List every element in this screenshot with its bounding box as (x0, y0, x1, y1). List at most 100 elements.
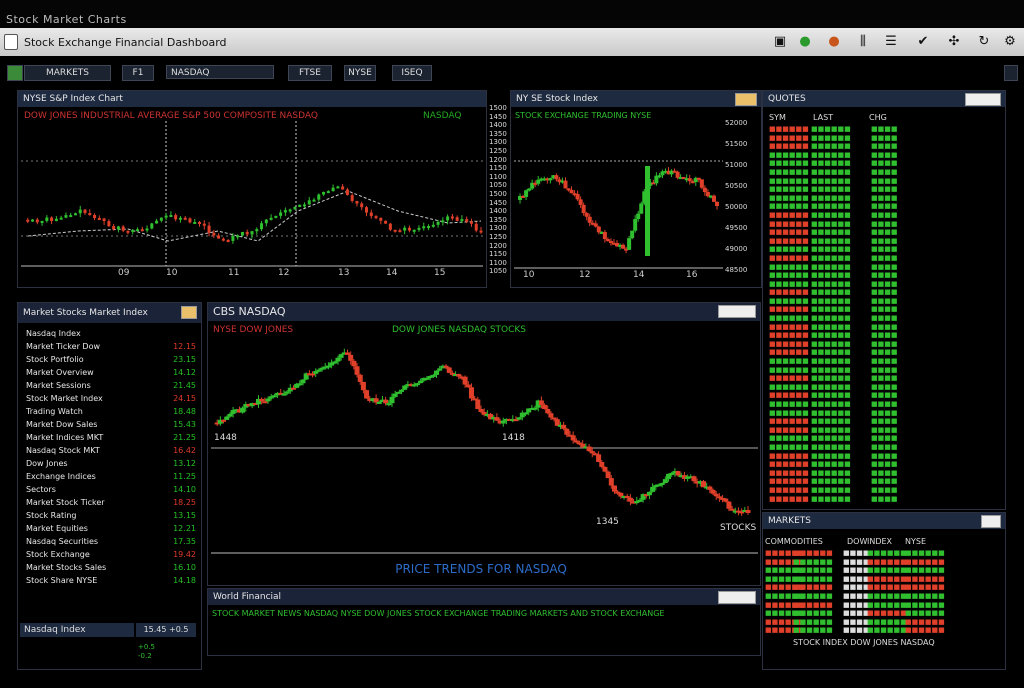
candle (729, 508, 735, 511)
quote-cell: ■■■■ (871, 210, 898, 219)
toolbar-ftse[interactable]: FTSE (288, 65, 332, 81)
news-ticker[interactable]: STOCK MARKET NEWS NASDAQ NYSE DOW JONES … (212, 609, 752, 618)
candle (386, 403, 392, 406)
toolbar-nyse[interactable]: NYSE (344, 65, 376, 81)
candle (468, 387, 474, 399)
watchlist-row[interactable]: Nasdaq Stock MKT 16.42 (26, 444, 196, 457)
candle (155, 220, 159, 224)
quote-cell: ■■■■■■ (793, 609, 833, 618)
candle (412, 229, 416, 232)
candle (312, 199, 316, 202)
watchlist-row[interactable]: Dow Jones 13.12 (26, 457, 196, 470)
quote-cell: ■■■■ (871, 365, 898, 374)
watchlist-row[interactable]: Stock Exchange 19.42 (26, 548, 196, 561)
quotes-header-chg: CHG (869, 113, 887, 122)
watchlist-row-value: 12.15 (173, 342, 196, 351)
watchlist-row[interactable]: Nasdaq Securities 17.35 (26, 535, 196, 548)
candle (174, 215, 178, 220)
candle (715, 201, 719, 206)
quote-cell: ■■■■■■ (811, 468, 851, 477)
candle (710, 489, 716, 494)
x-tick: 14 (386, 268, 398, 278)
watchlist-row[interactable]: Stock Rating 13.15 (26, 509, 196, 522)
refresh-icon[interactable]: ↻ (976, 34, 992, 50)
candle (431, 224, 435, 227)
toolbar-iseq[interactable]: ISEQ (392, 65, 432, 81)
watchlist-row[interactable]: Stock Market Index 24.15 (26, 392, 196, 405)
markets-header: COMMODITIES (765, 537, 823, 546)
candle (713, 493, 719, 497)
index-candlestick-chart[interactable] (18, 91, 486, 287)
candle (548, 413, 554, 418)
candle (494, 417, 500, 421)
watchlist-row[interactable]: Market Stock Ticker 18.25 (26, 496, 196, 509)
candle (240, 407, 246, 413)
quote-cell: ■■■■ (871, 236, 898, 245)
quote-cell: ■■■■ (871, 253, 898, 262)
toolbar-f1[interactable]: F1 (122, 65, 154, 81)
toolbar-menu-button[interactable] (1004, 65, 1018, 81)
watchlist-row[interactable]: Nasdaq Index (26, 327, 196, 340)
watchlist-row[interactable]: Stock Share NYSE 14.18 (26, 574, 196, 587)
monitor-icon[interactable]: ▣ (772, 34, 788, 50)
orange-globe-icon[interactable]: ● (826, 34, 842, 50)
watchlist-row[interactable]: Market Stocks Sales 16.10 (26, 561, 196, 574)
candle (140, 229, 144, 232)
quote-cell: ■■■■■■ (811, 185, 851, 194)
quote-cell: ■■■■ (871, 442, 898, 451)
quote-cell: ■■■■■■ (905, 566, 945, 575)
panel-expand-button[interactable] (181, 306, 197, 319)
watchlist-row[interactable]: Market Sessions 21.45 (26, 379, 196, 392)
candle (455, 217, 459, 221)
toolbar-markets[interactable]: MARKETS (24, 65, 111, 81)
quote-cell: ■■■■■■ (811, 451, 851, 460)
quote-cell: ■■■■■■ (769, 236, 809, 245)
network-icon[interactable]: ✣ (946, 34, 962, 50)
y-tick: 1250 (489, 232, 507, 241)
watchlist-row[interactable]: Trading Watch 18.48 (26, 405, 196, 418)
panel-expand-button[interactable] (965, 93, 1001, 106)
x-tick: 16 (686, 270, 698, 280)
stock-index-candlestick-chart[interactable] (511, 91, 761, 287)
check-icon[interactable]: ✔ (915, 34, 931, 50)
candle (596, 454, 602, 462)
list-icon[interactable]: ☰ (883, 34, 899, 50)
candle (164, 215, 168, 218)
watchlist-row-name: Dow Jones (26, 459, 68, 468)
candle (657, 175, 662, 178)
candle (561, 424, 567, 429)
green-globe-icon[interactable]: ● (797, 34, 813, 50)
candle (460, 219, 464, 222)
quote-column: ■■■■■■■■■■■■■■■■■■■■■■■■■■■■■■■■■■■■■■■■… (793, 549, 833, 635)
watchlist-row[interactable]: Market Dow Sales 15.43 (26, 418, 196, 431)
watchlist-row[interactable]: Market Equities 12.21 (26, 522, 196, 535)
watchlist-row[interactable]: Sectors 14.10 (26, 483, 196, 496)
toolbar-symbol-field[interactable]: NASDAQ (166, 65, 274, 79)
main-candlestick-chart[interactable] (208, 303, 760, 585)
candle (145, 228, 149, 231)
watchlist-row[interactable]: Market Indices MKT 21.25 (26, 431, 196, 444)
candle (469, 221, 473, 224)
candle (183, 217, 187, 220)
watchlist-row[interactable]: Market Overview 14.12 (26, 366, 196, 379)
watchlist-row[interactable]: Market Ticker Dow 12.15 (26, 340, 196, 353)
quote-cell: ■■■■■■ (793, 557, 833, 566)
panel-expand-button[interactable] (981, 515, 1001, 528)
panel-expand-button[interactable] (718, 591, 756, 604)
watchlist-row[interactable]: Exchange Indices 11.25 (26, 470, 196, 483)
quote-cell: ■■■■■■ (811, 133, 851, 142)
watchlist-row-value: 15.43 (173, 420, 196, 429)
watchlist-row-name: Stock Rating (26, 511, 77, 520)
candle (639, 203, 644, 214)
candle (450, 216, 454, 219)
watchlist-row[interactable]: Stock Portfolio 23.15 (26, 353, 196, 366)
bars-icon[interactable]: ⫼ (855, 34, 871, 50)
candle (418, 380, 424, 384)
candle (78, 209, 82, 214)
watchlist-row-name: Nasdaq Securities (26, 537, 99, 546)
quote-cell: ■■■■■■ (905, 549, 945, 557)
candle (456, 374, 462, 377)
quote-cell: ■■■■■■ (769, 202, 809, 211)
quote-cell: ■■■■■■ (769, 417, 809, 426)
settings-icon[interactable]: ⚙ (1002, 34, 1018, 50)
